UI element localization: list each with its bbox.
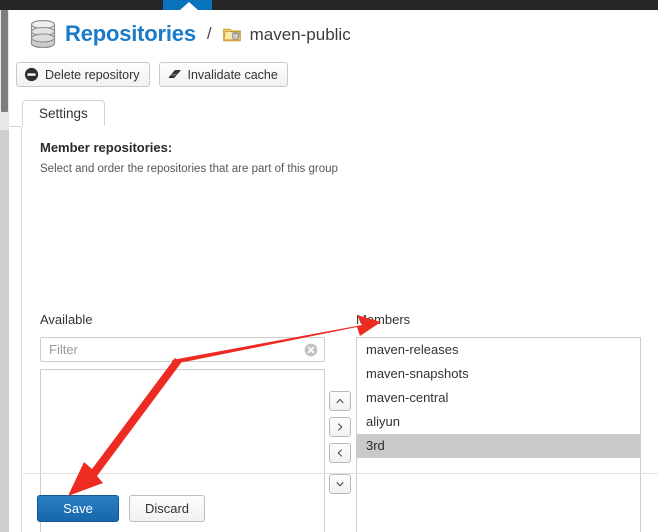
list-item[interactable]: maven-snapshots: [357, 362, 640, 386]
discard-button-label: Discard: [144, 501, 190, 516]
save-button[interactable]: Save: [37, 495, 119, 522]
move-up-button[interactable]: [329, 391, 351, 411]
delete-circle-icon: [24, 67, 39, 82]
move-down-button[interactable]: [329, 474, 351, 494]
repository-folder-icon: [222, 26, 241, 42]
page-scrollbar-thumb[interactable]: [1, 10, 8, 112]
footer-divider: [23, 473, 658, 474]
save-button-label: Save: [63, 501, 93, 516]
list-item[interactable]: maven-central: [357, 386, 640, 410]
section-subtitle: Select and order the repositories that a…: [40, 163, 338, 175]
list-item[interactable]: aliyun: [357, 410, 640, 434]
move-left-button[interactable]: [329, 443, 351, 463]
breadcrumb-repository-name[interactable]: maven-public: [250, 26, 351, 43]
delete-repository-label: Delete repository: [45, 67, 140, 82]
available-column-label: Available: [40, 312, 93, 327]
list-item[interactable]: 3rd: [357, 434, 640, 458]
chevron-down-icon: [335, 479, 345, 489]
page-title: Repositories: [65, 21, 196, 46]
settings-panel: Member repositories: Select and order th…: [21, 126, 658, 532]
filter-input[interactable]: [41, 338, 301, 361]
page-header: Repositories / maven-public: [10, 10, 658, 55]
browser-chrome-bar: [0, 0, 658, 10]
discard-button[interactable]: Discard: [129, 495, 205, 522]
list-item[interactable]: maven-releases: [357, 338, 640, 362]
tab-strip: Settings: [10, 96, 658, 127]
database-icon: [30, 20, 56, 48]
invalidate-cache-label: Invalidate cache: [187, 67, 278, 82]
chevron-left-icon: [335, 448, 345, 458]
tab-settings-label: Settings: [39, 105, 88, 121]
eraser-icon: [167, 67, 182, 82]
toolbar: Delete repository Invalidate cache: [16, 62, 288, 87]
tab-settings[interactable]: Settings: [22, 100, 105, 126]
breadcrumb-separator: /: [206, 24, 212, 43]
app-screen: Repositories / maven-public Delete repos…: [0, 0, 658, 532]
delete-repository-button[interactable]: Delete repository: [16, 62, 150, 87]
breadcrumb: Repositories / maven-public: [30, 20, 351, 48]
chevron-right-icon: [335, 422, 345, 432]
members-listbox[interactable]: maven-releases maven-snapshots maven-cen…: [356, 337, 641, 532]
members-column-label: Members: [356, 312, 411, 327]
browser-tab-notch-icon: [180, 2, 198, 10]
clear-circle-icon[interactable]: [304, 343, 318, 357]
move-right-button[interactable]: [329, 417, 351, 437]
page-scrollbar[interactable]: [0, 10, 9, 532]
filter-field[interactable]: [40, 337, 325, 362]
chevron-up-icon: [335, 396, 345, 406]
invalidate-cache-button[interactable]: Invalidate cache: [158, 62, 288, 87]
section-title: Member repositories:: [40, 140, 173, 155]
